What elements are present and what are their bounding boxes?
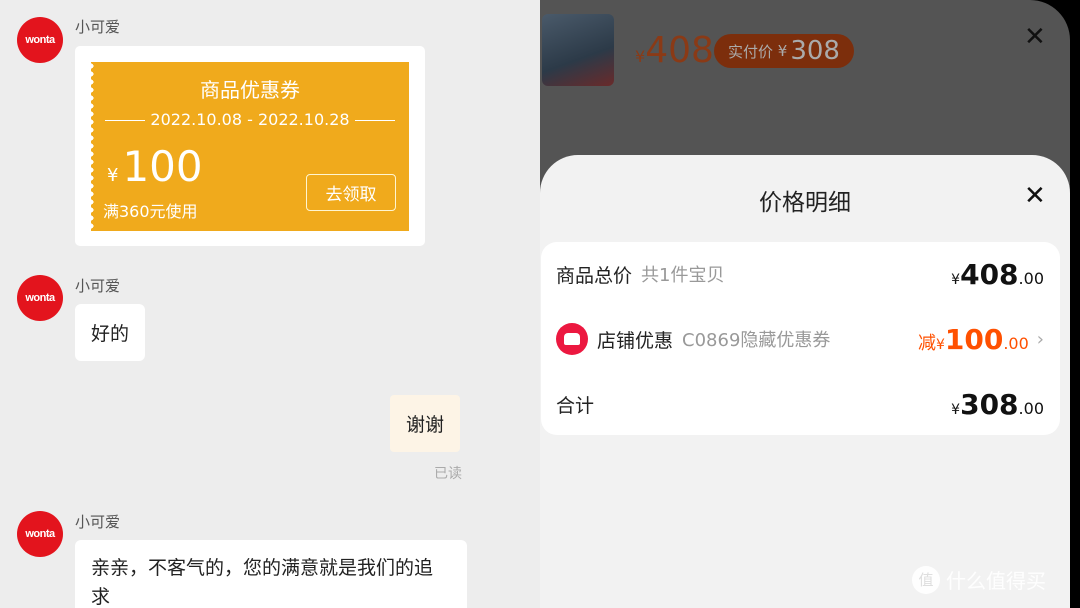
my-message-bubble: 谢谢 [390,395,461,452]
sender-name: 小可爱 [75,18,121,36]
chat-panel: wonta 小可爱 商品优惠券 2022.10.08 - 2022.10.28 … [0,0,540,608]
message-bubble: 好的 [75,304,146,361]
coupon-amount: ¥100 [107,142,203,191]
product-price: ¥408 [635,30,714,71]
avatar[interactable]: wonta [17,17,63,63]
sender-name: 小可爱 [75,277,121,295]
watermark-text: 什么值得买 [946,569,1046,593]
actual-price-badge[interactable]: 实付价 ¥308 [714,34,854,68]
sender-name: 小可爱 [75,513,121,531]
row-amount: ¥408.00 [951,257,1044,291]
order-panel: ¥408 实付价 ¥308 ✕ 价格明细 ✕ 商品总价 共1件宝贝 ¥408.0… [540,0,1070,608]
coupon-title: 商品优惠券 [200,78,300,102]
row-amount: ¥308.00 [951,387,1044,421]
chevron-right-icon[interactable]: › [1037,329,1044,350]
row-label: 合计 [556,394,595,417]
row-amount: 减¥100.00 [917,322,1029,356]
watermark: 值什么值得买 [912,565,1046,594]
claim-coupon-button[interactable]: 去领取 [306,174,396,211]
price-card: 商品总价 共1件宝贝 ¥408.00 店铺优惠 C0869隐藏优惠券 减¥100… [541,242,1060,435]
row-sub: C0869隐藏优惠券 [682,330,831,351]
avatar[interactable]: wonta [17,275,63,321]
divider [355,120,395,121]
price-detail-sheet: 价格明细 ✕ 商品总价 共1件宝贝 ¥408.00 店铺优惠 C0869隐藏优惠… [540,155,1070,608]
sheet-title: 价格明细 [759,190,851,216]
coupon-ticket: 商品优惠券 2022.10.08 - 2022.10.28 ¥100 满360元… [91,62,409,231]
product-thumbnail[interactable] [542,14,614,86]
row-sum: 合计 ¥308.00 [556,384,1044,424]
close-icon[interactable]: ✕ [1024,22,1046,52]
row-total-price: 商品总价 共1件宝贝 ¥408.00 [556,254,1044,294]
shop-icon [556,323,588,355]
row-sub: 共1件宝贝 [641,265,725,286]
watermark-logo-icon: 值 [912,565,940,594]
coupon-condition: 满360元使用 [103,202,198,221]
coupon-card[interactable]: 商品优惠券 2022.10.08 - 2022.10.28 ¥100 满360元… [75,46,425,246]
close-icon[interactable]: ✕ [1024,181,1046,211]
read-status: 已读 [434,466,462,482]
row-shop-discount[interactable]: 店铺优惠 C0869隐藏优惠券 减¥100.00 › [556,319,1044,359]
row-label: 店铺优惠 [597,329,674,352]
avatar[interactable]: wonta [17,511,63,557]
message-bubble: 亲亲，不客气的，您的满意就是我们的追求 [75,540,467,608]
row-label: 商品总价 [556,264,633,287]
